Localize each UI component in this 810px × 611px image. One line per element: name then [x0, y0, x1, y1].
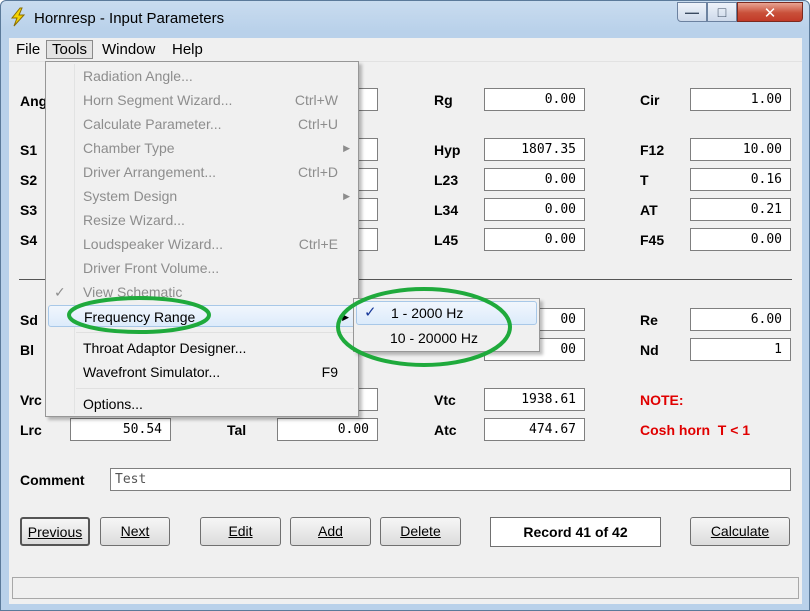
label-rg: Rg — [434, 92, 453, 108]
menu-item-options[interactable]: Options... — [48, 393, 356, 415]
label-cir: Cir — [640, 92, 660, 108]
label-atc: Atc — [434, 422, 457, 438]
window-title: Hornresp - Input Parameters — [34, 10, 225, 27]
menu-file[interactable]: File — [11, 40, 45, 59]
comment-field[interactable]: Test — [110, 468, 791, 491]
label-re: Re — [640, 312, 658, 328]
nd-field[interactable]: 1 — [690, 338, 791, 361]
menu-item-horn-segment-wizard[interactable]: Horn Segment Wizard... Ctrl+W — [48, 89, 356, 111]
label-lrc: Lrc — [20, 422, 42, 438]
menu-item-frequency-range[interactable]: Frequency Range ▶ — [48, 305, 356, 327]
menu-item-driver-front-volume[interactable]: Driver Front Volume... — [48, 257, 356, 279]
menu-item-view-schematic[interactable]: ✓ View Schematic — [48, 281, 356, 303]
f12-field[interactable]: 10.00 — [690, 138, 791, 161]
status-bar — [12, 577, 799, 599]
l45-field[interactable]: 0.00 — [484, 228, 585, 251]
checkmark-icon: ✓ — [364, 304, 377, 321]
record-indicator: Record 41 of 42 — [490, 517, 661, 547]
vtc-field[interactable]: 1938.61 — [484, 388, 585, 411]
menu-item-system-design[interactable]: System Design ▶ — [48, 185, 356, 207]
frequency-range-submenu: ✓ 1 - 2000 Hz 10 - 20000 Hz — [353, 298, 540, 352]
close-icon: ✕ — [763, 5, 777, 22]
menu-item-chamber-type[interactable]: Chamber Type ▶ — [48, 137, 356, 159]
note-label: NOTE: — [640, 392, 684, 408]
menu-item-calculate-parameter[interactable]: Calculate Parameter... Ctrl+U — [48, 113, 356, 135]
menu-tools[interactable]: Tools — [46, 40, 94, 59]
rg-field[interactable]: 0.00 — [484, 88, 585, 111]
label-comment: Comment — [20, 472, 85, 488]
minimize-icon: — — [685, 4, 699, 20]
re-field[interactable]: 6.00 — [690, 308, 791, 331]
menu-item-driver-arrangement[interactable]: Driver Arrangement... Ctrl+D — [48, 161, 356, 183]
label-tal: Tal — [227, 422, 247, 438]
f45-field[interactable]: 0.00 — [690, 228, 791, 251]
menu-window[interactable]: Window — [97, 40, 160, 59]
next-button[interactable]: Next — [100, 517, 170, 546]
lightning-bolt-icon — [10, 7, 26, 27]
submenu-arrow-icon: ▶ — [342, 312, 349, 322]
add-button[interactable]: Add — [290, 517, 371, 546]
l34-field[interactable]: 0.00 — [484, 198, 585, 221]
menu-help[interactable]: Help — [167, 40, 208, 59]
label-ang: Ang — [20, 93, 48, 109]
lrc-field[interactable]: 50.54 — [70, 418, 171, 441]
label-s2: S2 — [20, 172, 38, 188]
label-f12: F12 — [640, 142, 665, 158]
maximize-icon: □ — [717, 4, 727, 20]
label-at: AT — [640, 202, 658, 218]
at-field[interactable]: 0.21 — [690, 198, 791, 221]
maximize-button[interactable]: □ — [707, 2, 737, 22]
t-field[interactable]: 0.16 — [690, 168, 791, 191]
menu-item-wavefront-simulator[interactable]: Wavefront Simulator... F9 — [48, 361, 356, 383]
label-sd: Sd — [20, 312, 38, 328]
label-hyp: Hyp — [434, 142, 461, 158]
label-vtc: Vtc — [434, 392, 456, 408]
submenu-arrow-icon: ▶ — [343, 191, 350, 201]
label-l23: L23 — [434, 172, 459, 188]
label-f45: F45 — [640, 232, 665, 248]
minimize-button[interactable]: — — [677, 2, 707, 22]
atc-field[interactable]: 474.67 — [484, 418, 585, 441]
label-l45: L45 — [434, 232, 459, 248]
checkmark-icon: ✓ — [54, 284, 66, 300]
label-l34: L34 — [434, 202, 459, 218]
label-s1: S1 — [20, 142, 38, 158]
label-s3: S3 — [20, 202, 38, 218]
label-nd: Nd — [640, 342, 659, 358]
hyp-field[interactable]: 1807.35 — [484, 138, 585, 161]
menu-item-loudspeaker-wizard[interactable]: Loudspeaker Wizard... Ctrl+E — [48, 233, 356, 255]
submenu-item-1-2000-hz[interactable]: ✓ 1 - 2000 Hz — [356, 301, 537, 325]
submenu-arrow-icon: ▶ — [343, 143, 350, 153]
previous-button[interactable]: Previous — [20, 517, 90, 546]
label-vrc: Vrc — [20, 392, 42, 408]
cir-field[interactable]: 1.00 — [690, 88, 791, 111]
menu-separator — [76, 388, 354, 389]
menu-item-radiation-angle[interactable]: Radiation Angle... — [48, 65, 356, 87]
edit-button[interactable]: Edit — [200, 517, 281, 546]
calculate-button[interactable]: Calculate — [690, 517, 790, 546]
menu-separator — [76, 332, 354, 333]
menu-item-resize-wizard[interactable]: Resize Wizard... — [48, 209, 356, 231]
label-bl: Bl — [20, 342, 34, 358]
title-bar[interactable]: Hornresp - Input Parameters — □ ✕ — [1, 1, 809, 37]
tools-menu: Radiation Angle... Horn Segment Wizard..… — [45, 61, 359, 417]
label-s4: S4 — [20, 232, 38, 248]
delete-button[interactable]: Delete — [380, 517, 461, 546]
tal-field[interactable]: 0.00 — [277, 418, 378, 441]
note-text: Cosh horn T < 1 — [640, 422, 751, 438]
l23-field[interactable]: 0.00 — [484, 168, 585, 191]
menu-item-throat-adaptor-designer[interactable]: Throat Adaptor Designer... — [48, 337, 356, 359]
close-button[interactable]: ✕ — [737, 2, 803, 22]
submenu-item-10-20000-hz[interactable]: 10 - 20000 Hz — [356, 326, 537, 350]
label-t: T — [640, 172, 649, 188]
menu-bar: File Tools Window Help — [9, 38, 802, 62]
